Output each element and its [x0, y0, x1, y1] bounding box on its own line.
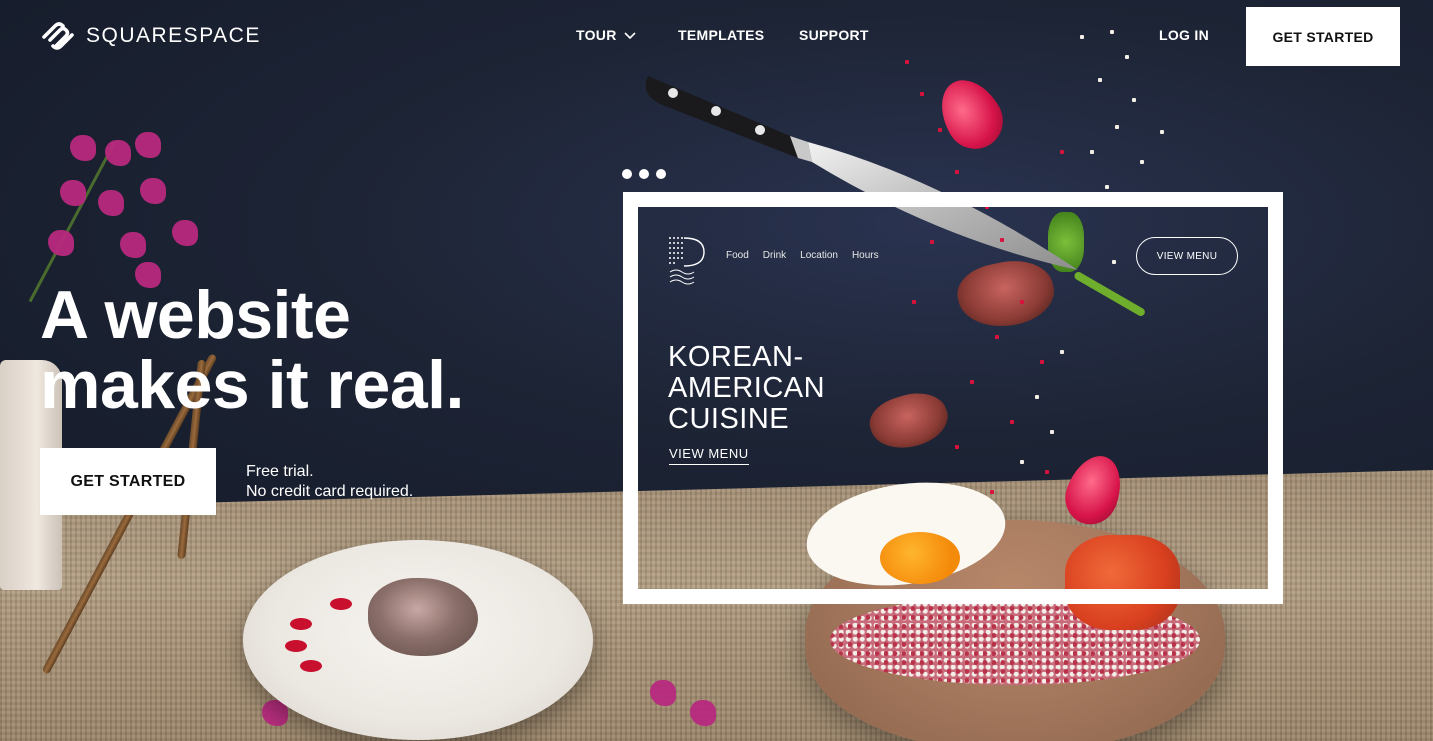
chevron-down-icon [624, 32, 636, 40]
orchid-flower [60, 180, 86, 206]
sauce-dot [300, 660, 322, 672]
preview-view-menu-link[interactable]: VIEW MENU [669, 446, 749, 465]
orchid-flower [120, 232, 146, 258]
preview-nav-hours[interactable]: Hours [852, 250, 879, 261]
preview-site-nav: Food Drink Location Hours [726, 250, 879, 261]
trial-note-line-2: No credit card required. [246, 483, 414, 500]
hero-headline-line-2: makes it real. [40, 347, 464, 423]
squarespace-logo-icon [42, 22, 74, 50]
orchid-flower [140, 178, 166, 204]
logo-wordmark: SQUARESPACE [86, 24, 261, 47]
window-dot [656, 169, 666, 179]
orchid-flower [105, 140, 131, 166]
nav-support-label: SUPPORT [799, 27, 869, 43]
orchid-flower [650, 680, 676, 706]
preview-view-menu-button[interactable]: VIEW MENU [1136, 237, 1238, 275]
squarespace-logo[interactable]: SQUARESPACE [40, 20, 261, 52]
window-dot [639, 169, 649, 179]
hero-headline: A website makes it real. [40, 280, 600, 420]
orchid-flower [48, 230, 74, 256]
nav-tour-label: TOUR [576, 27, 617, 43]
nav-templates[interactable]: TEMPLATES [678, 27, 764, 43]
login-label: LOG IN [1159, 27, 1210, 43]
orchid-flower [690, 700, 716, 726]
sauce-dot [290, 618, 312, 630]
preview-title-line-1: KOREAN- [668, 341, 804, 373]
trial-note-line-1: Free trial. [246, 463, 314, 480]
hero-get-started-button[interactable]: GET STARTED [40, 448, 216, 515]
sauce-dot [285, 640, 307, 652]
oyster [368, 578, 478, 656]
sauce-dot [330, 598, 352, 610]
nav-support[interactable]: SUPPORT [799, 27, 869, 43]
trial-note: Free trial. No credit card required. [246, 462, 413, 502]
login-link[interactable]: LOG IN [1159, 27, 1209, 43]
hero-headline-line-1: A website [40, 277, 351, 353]
browser-window-dots [622, 169, 666, 179]
header-get-started-button[interactable]: GET STARTED [1246, 7, 1400, 66]
nav-tour[interactable]: TOUR [576, 27, 637, 43]
nav-templates-label: TEMPLATES [678, 27, 765, 43]
orchid-flower [172, 220, 198, 246]
preview-nav-drink[interactable]: Drink [763, 250, 786, 261]
window-dot [622, 169, 632, 179]
orchid-flower [70, 135, 96, 161]
preview-nav-location[interactable]: Location [800, 250, 838, 261]
orchid-flower [98, 190, 124, 216]
restaurant-logo-icon [669, 237, 705, 285]
preview-title-line-3: CUISINE [668, 403, 790, 435]
preview-nav-food[interactable]: Food [726, 250, 749, 261]
preview-title: KOREAN- AMERICAN CUISINE [668, 342, 928, 435]
top-navigation: SQUARESPACE TOUR TEMPLATES SUPPORT LOG I… [0, 0, 1433, 72]
preview-title-line-2: AMERICAN [668, 372, 826, 404]
orchid-flower [135, 132, 161, 158]
